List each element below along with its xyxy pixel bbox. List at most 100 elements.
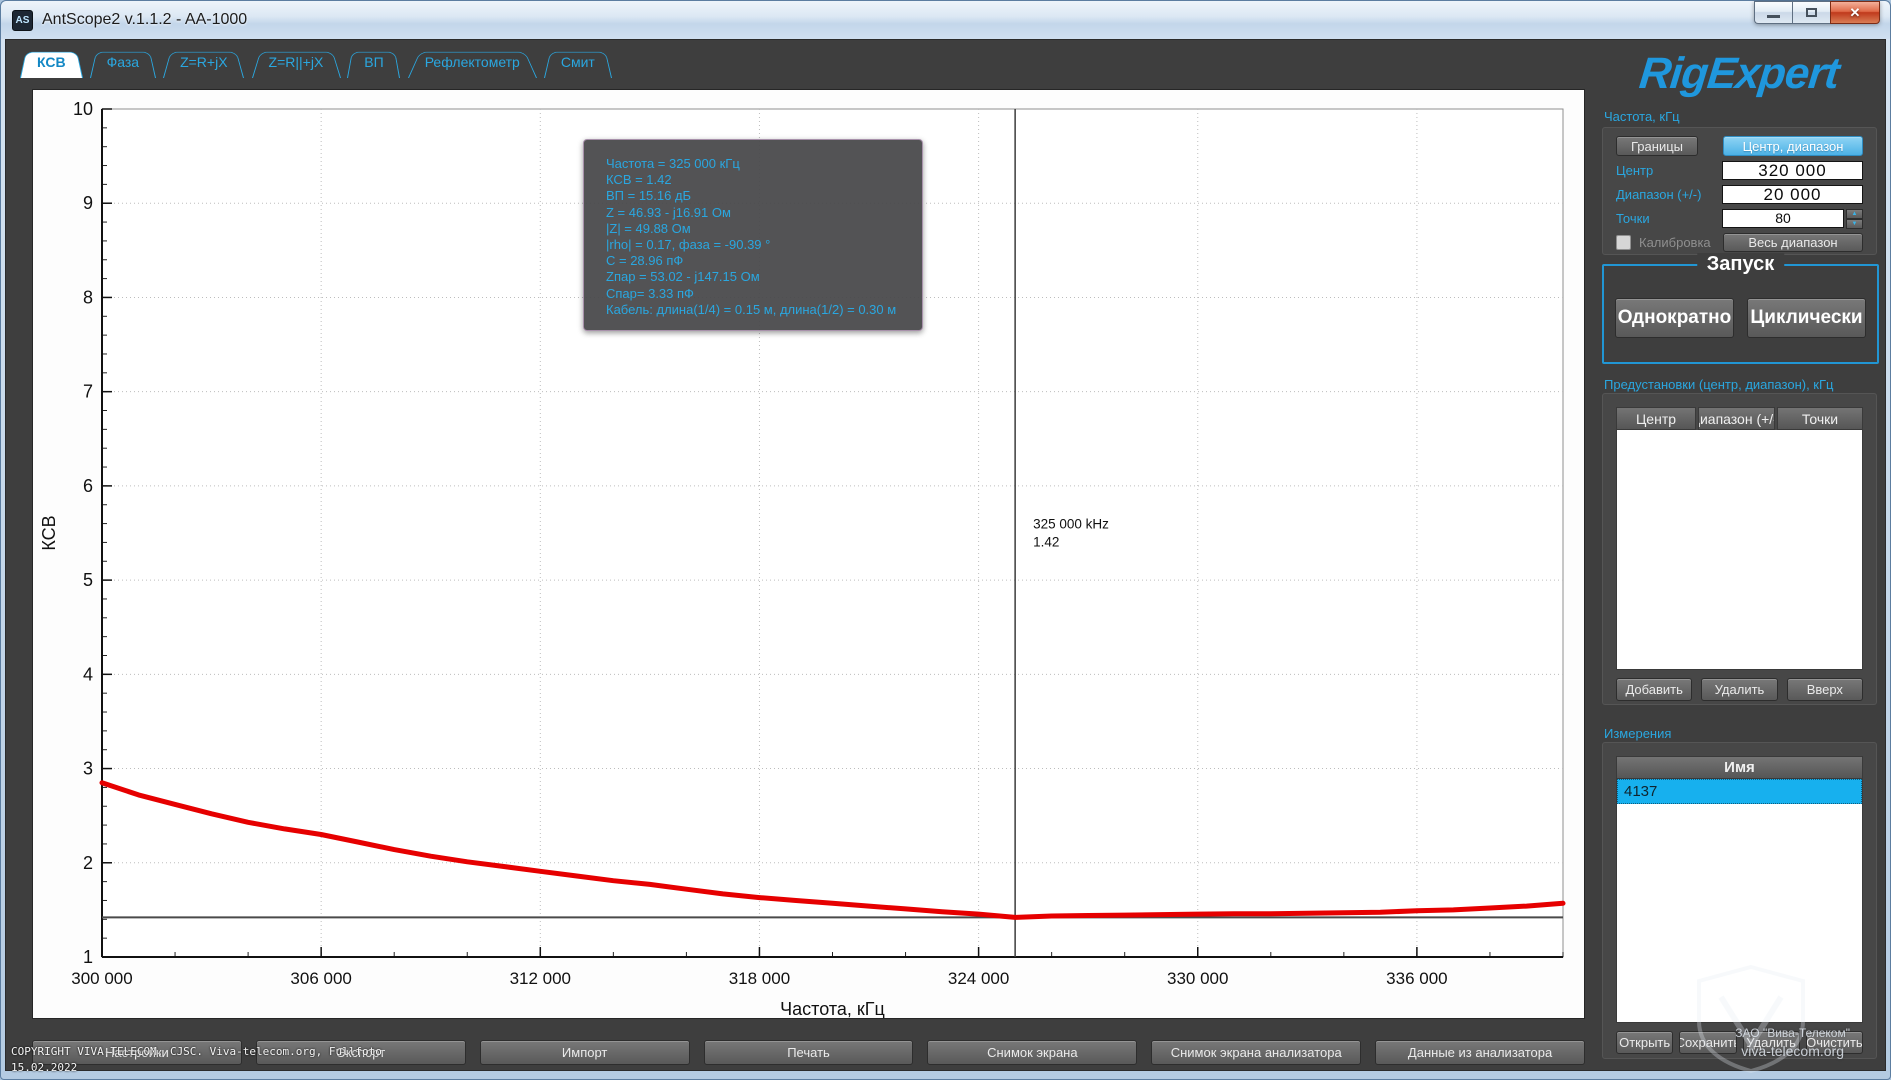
svg-text:9: 9 bbox=[83, 193, 93, 213]
presets-groupbox: Центр Диапазон (+/-) Точки Добавить Удал… bbox=[1602, 393, 1877, 705]
svg-text:4: 4 bbox=[83, 664, 93, 684]
presets-header-points[interactable]: Точки bbox=[1777, 407, 1863, 430]
svg-text:5: 5 bbox=[83, 570, 93, 590]
tooltip-line: Спар= 3.33 пФ bbox=[606, 286, 922, 302]
minimize-icon bbox=[1767, 15, 1780, 18]
swr-chart[interactable]: 300 000 306 000 312 000 318 000 324 000 330 0… bbox=[32, 89, 1585, 1019]
points-input[interactable]: 80 bbox=[1722, 209, 1844, 228]
tooltip-line: Z = 46.93 - j16.91 Ом bbox=[606, 205, 922, 221]
calibration-label: Калибровка bbox=[1639, 235, 1723, 250]
svg-text:1.42: 1.42 bbox=[1033, 534, 1059, 549]
presets-header-span[interactable]: Диапазон (+/-) bbox=[1698, 407, 1775, 430]
print-button[interactable]: Печать bbox=[704, 1040, 914, 1065]
center-input[interactable]: 320 000 bbox=[1722, 161, 1863, 180]
run-once-button[interactable]: Однократно bbox=[1615, 298, 1734, 338]
measurements-table-header: Имя bbox=[1616, 756, 1863, 779]
analyzer-data-button[interactable]: Данные из анализатора bbox=[1375, 1040, 1585, 1065]
svg-text:330 000: 330 000 bbox=[1167, 969, 1228, 988]
presets-table-header: Центр Диапазон (+/-) Точки bbox=[1616, 407, 1863, 430]
run-cyclic-button[interactable]: Циклически bbox=[1747, 298, 1866, 338]
svg-text:КСВ: КСВ bbox=[39, 515, 59, 550]
minimize-button[interactable] bbox=[1754, 1, 1792, 24]
measurements-header-name[interactable]: Имя bbox=[1616, 756, 1863, 779]
measurement-open-button[interactable]: Открыть bbox=[1616, 1031, 1673, 1054]
measurements-section-label: Измерения bbox=[1604, 726, 1671, 741]
svg-text:312 000: 312 000 bbox=[510, 969, 571, 988]
svg-text:7: 7 bbox=[83, 382, 93, 402]
maximize-icon bbox=[1806, 8, 1817, 17]
import-button[interactable]: Импорт bbox=[480, 1040, 690, 1065]
frequency-groupbox: Границы Центр, диапазон Центр 320 000 Ди… bbox=[1602, 127, 1877, 255]
preset-delete-button[interactable]: Удалить bbox=[1701, 678, 1777, 701]
tooltip-line: Zпар = 53.02 - j147.15 Ом bbox=[606, 269, 922, 285]
tab-reflectometer[interactable]: Рефлектометр bbox=[408, 46, 537, 78]
tooltip-line: |rho| = 0.17, фаза = -90.39 ° bbox=[606, 237, 922, 253]
app-icon-text: AS bbox=[16, 15, 30, 26]
spin-down-icon[interactable]: ▼ bbox=[1846, 219, 1863, 229]
tooltip-line: Частота = 325 000 кГц bbox=[606, 156, 922, 172]
maximize-button[interactable] bbox=[1792, 1, 1830, 24]
main-content: КСВ Фаза Z=R+jX Z=R||+jX ВП Рефлектометр… bbox=[5, 39, 1886, 1071]
window-controls: ✕ bbox=[1754, 1, 1880, 24]
watermark-site: viva-telecom.org bbox=[1741, 1043, 1844, 1059]
tab-z-series[interactable]: Z=R+jX bbox=[163, 46, 244, 78]
svg-text:Частота, кГц: Частота, кГц bbox=[780, 999, 885, 1018]
preset-add-button[interactable]: Добавить bbox=[1616, 678, 1692, 701]
svg-text:306 000: 306 000 bbox=[290, 969, 351, 988]
title-bar: AS AntScope2 v.1.1.2 - AA-1000 ✕ bbox=[1, 1, 1890, 39]
tab-bar: КСВ Фаза Z=R+jX Z=R||+jX ВП Рефлектометр… bbox=[20, 46, 612, 78]
full-range-button[interactable]: Весь диапазон bbox=[1723, 233, 1863, 252]
svg-text:336 000: 336 000 bbox=[1386, 969, 1447, 988]
center-span-mode-button[interactable]: Центр, диапазон bbox=[1723, 136, 1863, 156]
tab-vp[interactable]: ВП bbox=[347, 46, 400, 78]
measurement-tooltip: Частота = 325 000 кГц КСВ = 1.42 ВП = 15… bbox=[583, 139, 923, 331]
points-stepper[interactable]: ▲ ▼ bbox=[1846, 209, 1863, 228]
svg-text:8: 8 bbox=[83, 287, 93, 307]
window-title: AntScope2 v.1.1.2 - AA-1000 bbox=[42, 11, 247, 29]
close-icon: ✕ bbox=[1850, 5, 1861, 21]
presets-header-center[interactable]: Центр bbox=[1616, 407, 1696, 430]
right-panel: RigExpert Частота, кГц Границы Центр, ди… bbox=[1598, 40, 1881, 1070]
close-button[interactable]: ✕ bbox=[1830, 1, 1880, 24]
svg-text:2: 2 bbox=[83, 853, 93, 873]
measurement-row-selected[interactable]: 4137 bbox=[1617, 779, 1862, 804]
tooltip-line: |Z| = 49.88 Ом bbox=[606, 221, 922, 237]
points-label: Точки bbox=[1616, 211, 1722, 226]
run-title: Запуск bbox=[1697, 253, 1785, 276]
svg-text:3: 3 bbox=[83, 759, 93, 779]
watermark-org: ЗАО "Вива-Телеком" bbox=[1735, 1026, 1850, 1040]
presets-section-label: Предустановки (центр, диапазон), кГц bbox=[1604, 377, 1833, 392]
svg-text:10: 10 bbox=[73, 99, 93, 119]
svg-text:324 000: 324 000 bbox=[948, 969, 1009, 988]
tooltip-line: ВП = 15.16 дБ bbox=[606, 188, 922, 204]
analyzer-screenshot-button[interactable]: Снимок экрана анализатора bbox=[1151, 1040, 1361, 1065]
svg-text:300 000: 300 000 bbox=[71, 969, 132, 988]
spin-up-icon[interactable]: ▲ bbox=[1846, 209, 1863, 219]
center-label: Центр bbox=[1616, 163, 1722, 178]
calibration-checkbox[interactable] bbox=[1616, 235, 1631, 250]
app-window: AS AntScope2 v.1.1.2 - AA-1000 ✕ КСВ Фаз… bbox=[0, 0, 1891, 1080]
tooltip-line: Кабель: длина(1/4) = 0.15 м, длина(1/2) … bbox=[606, 302, 922, 318]
frequency-section-label: Частота, кГц bbox=[1604, 109, 1680, 124]
watermark-date: 15.02.2022 bbox=[11, 1061, 77, 1074]
tab-faza[interactable]: Фаза bbox=[90, 46, 156, 78]
watermark-copyright: COPYRIGHT VIVA-TELECOM, CJSC. Viva-telec… bbox=[11, 1045, 382, 1058]
run-groupbox: Запуск Однократно Циклически bbox=[1602, 264, 1879, 364]
svg-text:1: 1 bbox=[83, 947, 93, 967]
svg-text:318 000: 318 000 bbox=[729, 969, 790, 988]
span-label: Диапазон (+/-) bbox=[1616, 187, 1722, 202]
svg-text:325 000 kHz: 325 000 kHz bbox=[1033, 516, 1109, 531]
span-input[interactable]: 20 000 bbox=[1722, 185, 1863, 204]
tooltip-line: КСВ = 1.42 bbox=[606, 172, 922, 188]
svg-text:6: 6 bbox=[83, 476, 93, 496]
tooltip-line: C = 28.96 пФ bbox=[606, 253, 922, 269]
tab-z-parallel[interactable]: Z=R||+jX bbox=[252, 46, 341, 78]
app-icon: AS bbox=[12, 10, 33, 31]
screenshot-button[interactable]: Снимок экрана bbox=[927, 1040, 1137, 1065]
preset-up-button[interactable]: Вверх bbox=[1787, 678, 1863, 701]
tab-ksv[interactable]: КСВ bbox=[20, 46, 83, 78]
tab-smith[interactable]: Смит bbox=[544, 46, 612, 78]
bounds-mode-button[interactable]: Границы bbox=[1616, 136, 1698, 156]
rigexpert-logo: RigExpert bbox=[1597, 46, 1881, 102]
presets-table-body[interactable] bbox=[1616, 430, 1863, 670]
